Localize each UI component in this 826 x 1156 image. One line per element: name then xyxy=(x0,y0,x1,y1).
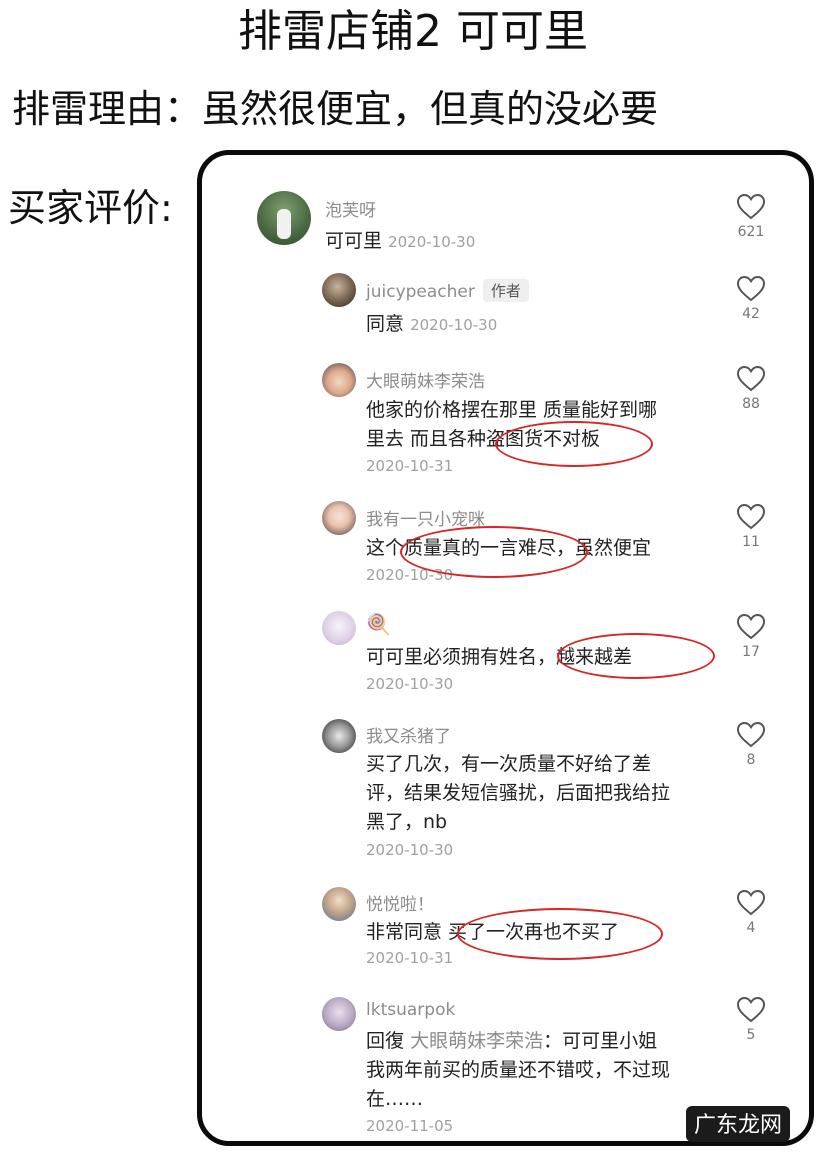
heart-outline-icon xyxy=(736,613,766,640)
like-count: 42 xyxy=(742,306,760,322)
avatar[interactable] xyxy=(322,611,356,645)
avatar[interactable] xyxy=(322,501,356,535)
comment-line: 买了几次，有一次质量不好给了差 xyxy=(366,753,652,775)
like-button[interactable]: 11 xyxy=(731,503,771,550)
comment-line: 里去 而且各种盗图货不对板 xyxy=(366,428,601,450)
comment-text: 可可里必须拥有姓名，越来越差 xyxy=(366,646,633,668)
avatar[interactable] xyxy=(257,191,311,245)
like-count: 5 xyxy=(746,1027,756,1043)
comment-text: 可可里 2020-10-30 xyxy=(325,227,675,257)
comment-date: 2020-10-30 xyxy=(366,566,454,584)
comment-text: 同意 2020-10-30 xyxy=(366,310,716,340)
comment-date: 2020-10-30 xyxy=(410,316,498,334)
heart-outline-icon xyxy=(736,193,766,220)
author-badge: 作者 xyxy=(482,279,529,302)
buyer-review-label: 买家评价: xyxy=(8,186,173,230)
like-count: 4 xyxy=(746,920,756,936)
avatar[interactable] xyxy=(322,273,356,307)
heart-outline-icon xyxy=(736,275,766,302)
avatar[interactable] xyxy=(322,887,356,921)
heart-outline-icon xyxy=(736,503,766,530)
like-button[interactable]: 5 xyxy=(731,996,771,1043)
comment-line: 评，结果发短信骚扰，后面把我给拉 xyxy=(366,782,671,804)
comment-username[interactable]: 大眼萌妹李荣浩 xyxy=(366,367,485,392)
comment-line: 在…… xyxy=(366,1088,424,1110)
comment-date: 2020-10-31 xyxy=(366,457,454,475)
heart-outline-icon xyxy=(736,365,766,392)
like-button[interactable]: 88 xyxy=(731,365,771,412)
comment-date: 2020-11-05 xyxy=(366,1117,454,1135)
comment-text: 他家的价格摆在那里 质量能好到哪 里去 而且各种盗图货不对板 xyxy=(366,396,716,454)
comment-date: 2020-10-30 xyxy=(388,233,476,251)
comment-username[interactable]: juicypeacher 作者 xyxy=(366,279,529,302)
comment-username[interactable]: 我有一只小宠咪 xyxy=(366,505,485,530)
avatar[interactable] xyxy=(322,997,356,1031)
comment-body: 可可里 xyxy=(325,230,383,252)
like-count: 11 xyxy=(742,534,760,550)
comment-line: 我两年前买的质量还不错哎，不过现 xyxy=(366,1059,671,1081)
comment-text: 回復 大眼萌妹李荣浩：可可里小姐 我两年前买的质量还不错哎，不过现 在…… xyxy=(366,1027,716,1114)
heart-outline-icon xyxy=(736,721,766,748)
like-button[interactable]: 621 xyxy=(731,193,771,240)
like-button[interactable]: 17 xyxy=(731,613,771,660)
like-button[interactable]: 4 xyxy=(731,889,771,936)
comment-body: 同意 xyxy=(366,313,405,335)
comment-date: 2020-10-31 xyxy=(366,949,454,967)
comment-date: 2020-10-30 xyxy=(366,841,454,859)
comment-date: 2020-10-30 xyxy=(366,675,454,693)
comment-username[interactable]: 我又杀猪了 xyxy=(366,722,451,747)
comments-screenshot-frame: 泡芙呀 可可里 2020-10-30 621 juicypeacher 作者 同意… xyxy=(197,150,814,1146)
comment-text: 买了几次，有一次质量不好给了差 评，结果发短信骚扰，后面把我给拉 黑了，nb xyxy=(366,750,716,837)
comment-username[interactable]: 🍭 xyxy=(366,612,391,636)
comment-line: 黑了，nb xyxy=(366,811,448,833)
heart-outline-icon xyxy=(736,889,766,916)
avatar[interactable] xyxy=(322,719,356,753)
watermark-logo: 广东龙网 xyxy=(685,1106,790,1142)
comment-text: 非常同意 买了一次再也不买了 xyxy=(366,921,620,943)
reply-text: ：可可里小姐 xyxy=(543,1030,658,1052)
like-count: 88 xyxy=(742,396,760,412)
like-count: 621 xyxy=(737,224,765,240)
comment-text: 这个质量真的一言难尽，虽然便宜 xyxy=(366,537,652,559)
heart-outline-icon xyxy=(736,996,766,1023)
comment-username[interactable]: 悦悦啦！ xyxy=(366,890,434,915)
reply-to-user[interactable]: 大眼萌妹李荣浩 xyxy=(410,1030,543,1052)
page-title: 排雷店铺2 可可里 xyxy=(238,6,588,57)
comment-line: 他家的价格摆在那里 质量能好到哪 xyxy=(366,399,658,421)
avatar[interactable] xyxy=(322,363,356,397)
like-count: 17 xyxy=(742,644,760,660)
comment-line: 回復 大眼萌妹李荣浩：可可里小姐 xyxy=(366,1027,716,1056)
reason-text: 排雷理由：虽然很便宜，但真的没必要 xyxy=(12,87,659,131)
comment-username[interactable]: lktsuarpok xyxy=(366,1000,455,1020)
like-button[interactable]: 42 xyxy=(731,275,771,322)
reply-prefix: 回復 xyxy=(366,1030,405,1052)
like-button[interactable]: 8 xyxy=(731,721,771,768)
username-text: juicypeacher xyxy=(366,282,475,302)
comment-username[interactable]: 泡芙呀 xyxy=(325,196,376,221)
like-count: 8 xyxy=(746,752,756,768)
